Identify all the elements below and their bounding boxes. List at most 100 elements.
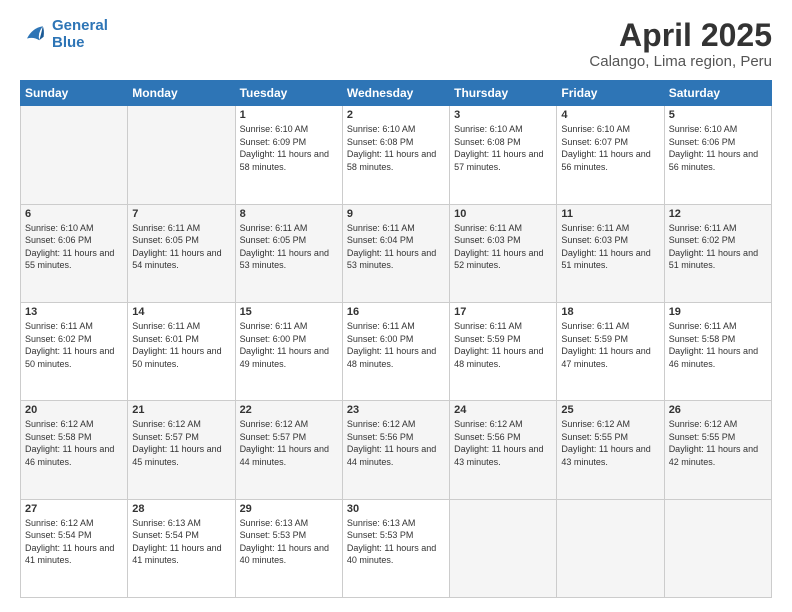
day-info: Sunrise: 6:11 AMSunset: 6:02 PMDaylight:…: [669, 222, 767, 272]
day-info: Sunrise: 6:12 AMSunset: 5:55 PMDaylight:…: [561, 418, 659, 468]
day-info: Sunrise: 6:12 AMSunset: 5:57 PMDaylight:…: [240, 418, 338, 468]
day-number: 26: [669, 404, 767, 416]
day-number: 7: [132, 208, 230, 220]
calendar-cell: 15Sunrise: 6:11 AMSunset: 6:00 PMDayligh…: [235, 302, 342, 400]
calendar-cell: 25Sunrise: 6:12 AMSunset: 5:55 PMDayligh…: [557, 401, 664, 499]
calendar-cell: 10 Sunrise: 6:11 AMSunset: 6:03 PMDayligh…: [450, 204, 557, 302]
day-number: 3: [454, 109, 552, 121]
calendar-cell: [450, 499, 557, 597]
title-block: April 2025 Calango, Lima region, Peru: [589, 18, 772, 70]
day-number: 2: [347, 109, 445, 121]
calendar-cell: 21 Sunrise: 6:12 AMSunset: 5:57 PMDayligh…: [128, 401, 235, 499]
calendar-cell: 14 Sunrise: 6:11 AMSunset: 6:01 PMDayligh…: [128, 302, 235, 400]
day-info: Sunrise: 6:13 AMSunset: 5:53 PMDaylight:…: [240, 517, 338, 567]
calendar-week-4: 20Sunrise: 6:12 AMSunset: 5:58 PMDayligh…: [21, 401, 772, 499]
day-info: Sunrise: 6:11 AMSunset: 5:59 PMDaylight:…: [454, 320, 552, 370]
day-number: 10: [454, 208, 552, 220]
day-info: Sunrise: 6:10 AMSunset: 6:09 PMDaylight:…: [240, 123, 338, 173]
col-sunday: Sunday: [21, 81, 128, 106]
day-info: Sunrise: 6:11 AMSunset: 6:02 PMDaylight:…: [25, 320, 123, 370]
calendar-cell: 1 Sunrise: 6:10 AMSunset: 6:09 PMDaylight…: [235, 106, 342, 204]
day-number: 6: [25, 208, 123, 220]
logo-general: General: [52, 17, 108, 34]
col-monday: Monday: [128, 81, 235, 106]
calendar-page: General Blue April 2025 Calango, Lima re…: [0, 0, 792, 612]
calendar-cell: 20Sunrise: 6:12 AMSunset: 5:58 PMDayligh…: [21, 401, 128, 499]
day-info: Sunrise: 6:11 AMSunset: 5:59 PMDaylight:…: [561, 320, 659, 370]
calendar-cell: 27 Sunrise: 6:12 AMSunset: 5:54 PMDayligh…: [21, 499, 128, 597]
day-info: Sunrise: 6:12 AMSunset: 5:57 PMDaylight:…: [132, 418, 230, 468]
day-info: Sunrise: 6:10 AMSunset: 6:06 PMDaylight:…: [669, 123, 767, 173]
day-number: 11: [561, 208, 659, 220]
day-info: Sunrise: 6:12 AMSunset: 5:58 PMDaylight:…: [25, 418, 123, 468]
day-info: Sunrise: 6:13 AMSunset: 5:53 PMDaylight:…: [347, 517, 445, 567]
calendar-cell: 3 Sunrise: 6:10 AMSunset: 6:08 PMDaylight…: [450, 106, 557, 204]
day-number: 30: [347, 503, 445, 515]
day-info: Sunrise: 6:10 AMSunset: 6:08 PMDaylight:…: [347, 123, 445, 173]
day-number: 18: [561, 306, 659, 318]
calendar-week-3: 13Sunrise: 6:11 AMSunset: 6:02 PMDayligh…: [21, 302, 772, 400]
calendar-cell: 11 Sunrise: 6:11 AMSunset: 6:03 PMDayligh…: [557, 204, 664, 302]
calendar-week-2: 6 Sunrise: 6:10 AMSunset: 6:06 PMDaylight…: [21, 204, 772, 302]
day-number: 21: [132, 404, 230, 416]
day-info: Sunrise: 6:10 AMSunset: 6:06 PMDaylight:…: [25, 222, 123, 272]
day-info: Sunrise: 6:12 AMSunset: 5:55 PMDaylight:…: [669, 418, 767, 468]
calendar-cell: 6 Sunrise: 6:10 AMSunset: 6:06 PMDaylight…: [21, 204, 128, 302]
day-number: 4: [561, 109, 659, 121]
day-info: Sunrise: 6:12 AMSunset: 5:56 PMDaylight:…: [347, 418, 445, 468]
day-info: Sunrise: 6:11 AMSunset: 6:04 PMDaylight:…: [347, 222, 445, 272]
calendar-cell: 9 Sunrise: 6:11 AMSunset: 6:04 PMDaylight…: [342, 204, 449, 302]
day-number: 1: [240, 109, 338, 121]
day-info: Sunrise: 6:11 AMSunset: 6:05 PMDaylight:…: [240, 222, 338, 272]
day-info: Sunrise: 6:11 AMSunset: 5:58 PMDaylight:…: [669, 320, 767, 370]
logo-icon: [20, 21, 48, 49]
calendar-cell: 7Sunrise: 6:11 AMSunset: 6:05 PMDaylight…: [128, 204, 235, 302]
col-friday: Friday: [557, 81, 664, 106]
calendar-cell: 24 Sunrise: 6:12 AMSunset: 5:56 PMDayligh…: [450, 401, 557, 499]
day-number: 24: [454, 404, 552, 416]
calendar-cell: 18 Sunrise: 6:11 AMSunset: 5:59 PMDayligh…: [557, 302, 664, 400]
calendar-cell: 22Sunrise: 6:12 AMSunset: 5:57 PMDayligh…: [235, 401, 342, 499]
calendar-cell: [557, 499, 664, 597]
logo-blue: Blue: [52, 35, 108, 52]
day-number: 14: [132, 306, 230, 318]
calendar-cell: [21, 106, 128, 204]
logo: General Blue: [20, 18, 108, 51]
day-info: Sunrise: 6:11 AMSunset: 6:01 PMDaylight:…: [132, 320, 230, 370]
page-subtitle: Calango, Lima region, Peru: [589, 53, 772, 70]
day-number: 9: [347, 208, 445, 220]
day-info: Sunrise: 6:12 AMSunset: 5:56 PMDaylight:…: [454, 418, 552, 468]
day-number: 8: [240, 208, 338, 220]
day-info: Sunrise: 6:12 AMSunset: 5:54 PMDaylight:…: [25, 517, 123, 567]
day-number: 19: [669, 306, 767, 318]
page-header: General Blue April 2025 Calango, Lima re…: [20, 18, 772, 70]
day-info: Sunrise: 6:10 AMSunset: 6:08 PMDaylight:…: [454, 123, 552, 173]
calendar-cell: [664, 499, 771, 597]
day-info: Sunrise: 6:11 AMSunset: 6:03 PMDaylight:…: [454, 222, 552, 272]
col-wednesday: Wednesday: [342, 81, 449, 106]
calendar-header-row: Sunday Monday Tuesday Wednesday Thursday…: [21, 81, 772, 106]
calendar-cell: 2 Sunrise: 6:10 AMSunset: 6:08 PMDaylight…: [342, 106, 449, 204]
day-info: Sunrise: 6:10 AMSunset: 6:07 PMDaylight:…: [561, 123, 659, 173]
calendar-week-5: 27 Sunrise: 6:12 AMSunset: 5:54 PMDayligh…: [21, 499, 772, 597]
calendar-cell: 16 Sunrise: 6:11 AMSunset: 6:00 PMDayligh…: [342, 302, 449, 400]
day-number: 23: [347, 404, 445, 416]
day-number: 27: [25, 503, 123, 515]
calendar-cell: 23 Sunrise: 6:12 AMSunset: 5:56 PMDayligh…: [342, 401, 449, 499]
day-number: 16: [347, 306, 445, 318]
day-info: Sunrise: 6:13 AMSunset: 5:54 PMDaylight:…: [132, 517, 230, 567]
logo-text-block: General Blue: [52, 18, 108, 51]
calendar-cell: 13Sunrise: 6:11 AMSunset: 6:02 PMDayligh…: [21, 302, 128, 400]
day-number: 28: [132, 503, 230, 515]
day-number: 29: [240, 503, 338, 515]
page-title: April 2025: [589, 18, 772, 53]
calendar-cell: 29 Sunrise: 6:13 AMSunset: 5:53 PMDayligh…: [235, 499, 342, 597]
day-number: 17: [454, 306, 552, 318]
day-info: Sunrise: 6:11 AMSunset: 6:03 PMDaylight:…: [561, 222, 659, 272]
calendar-cell: 4 Sunrise: 6:10 AMSunset: 6:07 PMDaylight…: [557, 106, 664, 204]
calendar-cell: 5 Sunrise: 6:10 AMSunset: 6:06 PMDaylight…: [664, 106, 771, 204]
day-number: 5: [669, 109, 767, 121]
calendar-cell: 28 Sunrise: 6:13 AMSunset: 5:54 PMDayligh…: [128, 499, 235, 597]
day-info: Sunrise: 6:11 AMSunset: 6:00 PMDaylight:…: [347, 320, 445, 370]
calendar-cell: 12Sunrise: 6:11 AMSunset: 6:02 PMDayligh…: [664, 204, 771, 302]
